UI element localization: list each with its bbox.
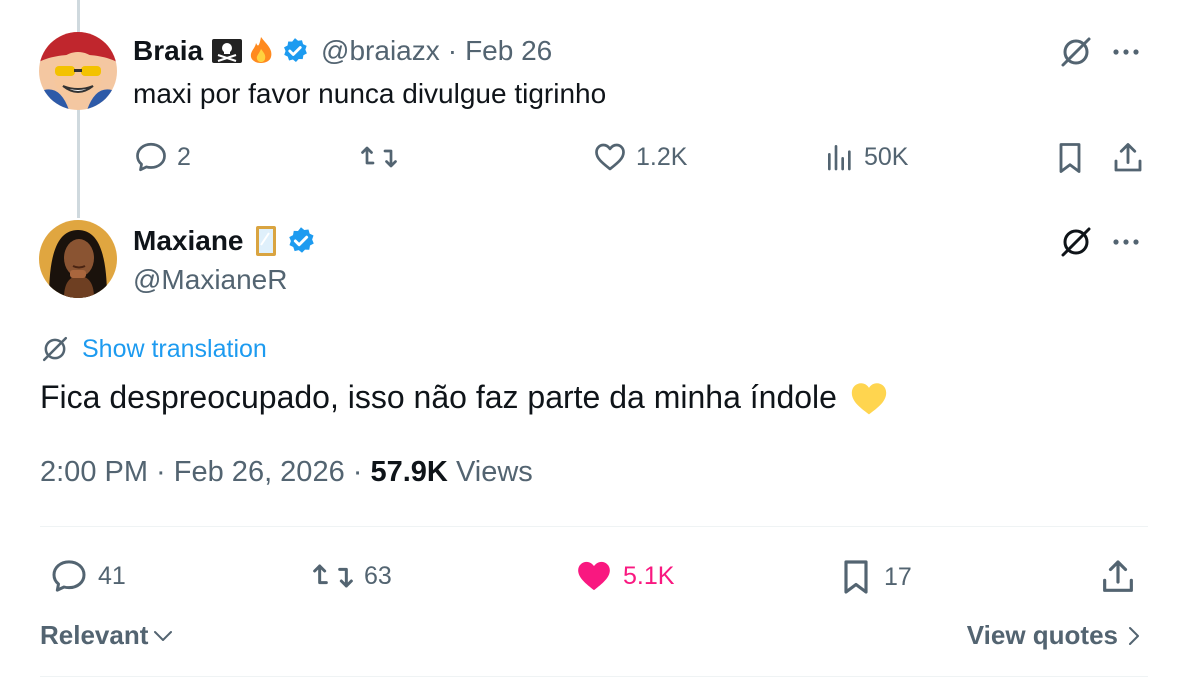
share-icon (1103, 560, 1133, 592)
heart-outline-icon (595, 143, 625, 171)
retweet-button[interactable]: 63 (310, 556, 392, 596)
show-translation-link[interactable]: Show translation (40, 334, 267, 364)
tweet-meta: 2:00 PM · Feb 26, 2026 · 57.9K Views (40, 456, 533, 489)
bookmark-count: 17 (884, 562, 912, 591)
braia-bookmark-button[interactable] (1052, 139, 1088, 177)
show-translation-label[interactable]: Show translation (82, 335, 267, 364)
more-options-icon[interactable] (1110, 230, 1142, 254)
like-button[interactable]: 5.1K (573, 556, 674, 596)
braia-avatar[interactable] (39, 32, 117, 110)
reply-count: 41 (98, 561, 126, 590)
maxiane-tweet-body: Fica despreocupado, isso não faz parte d… (40, 379, 889, 416)
bookmark-icon (1059, 143, 1081, 173)
skull-crossbones-flag-emoji (211, 38, 243, 64)
views-chart-icon (828, 145, 851, 171)
fire-emoji (247, 35, 275, 67)
share-button[interactable] (1098, 556, 1138, 598)
braia-reply-button[interactable]: 2 (133, 139, 191, 175)
chevron-right-icon (1129, 626, 1139, 645)
reply-icon (136, 142, 166, 172)
verified-badge-icon (286, 226, 316, 256)
verified-badge-icon (281, 37, 309, 65)
more-options-icon[interactable] (1110, 40, 1142, 64)
bookmark-button[interactable]: 17 (836, 556, 912, 598)
braia-like-button[interactable]: 1.2K (592, 139, 687, 175)
like-count: 5.1K (623, 561, 675, 590)
mirror-emoji (254, 225, 278, 257)
grok-icon[interactable] (1058, 34, 1094, 70)
yellow-heart-emoji (849, 380, 889, 416)
views-label: Views (455, 456, 533, 488)
share-icon (1114, 143, 1142, 172)
retweet-icon (361, 146, 397, 168)
braia-handle[interactable]: @braiazx (321, 35, 440, 67)
braia-like-count: 1.2K (636, 142, 688, 171)
heart-filled-icon (578, 561, 610, 591)
retweet-count: 63 (364, 561, 392, 590)
bottom-divider (40, 676, 1148, 677)
braia-views-button[interactable]: 50K (824, 139, 908, 175)
braia-date[interactable]: Feb 26 (465, 35, 552, 67)
sort-dropdown[interactable]: Relevant (40, 620, 174, 651)
bookmark-icon (844, 560, 868, 594)
maxiane-tweet-text: Fica despreocupado, isso não faz parte d… (40, 379, 837, 415)
view-quotes-link[interactable]: View quotes (967, 620, 1142, 651)
divider (40, 526, 1148, 527)
maxiane-handle[interactable]: @MaxianeR (133, 264, 287, 296)
chevron-down-icon (154, 630, 173, 641)
braia-views-count: 50K (864, 142, 909, 171)
separator-dot: · (344, 456, 371, 488)
tweet-time[interactable]: 2:00 PM (40, 456, 148, 488)
translate-icon (42, 336, 68, 362)
braia-header: Braia @braiazx · Feb 26 (133, 32, 552, 70)
maxiane-header: Maxiane (133, 222, 316, 260)
view-quotes-label: View quotes (966, 620, 1118, 650)
separator-dot: · (447, 35, 458, 66)
reply-button[interactable]: 41 (48, 556, 126, 596)
tweet-date[interactable]: Feb 26, 2026 (174, 456, 345, 488)
braia-name[interactable]: Braia (133, 35, 203, 67)
retweet-icon (313, 564, 353, 588)
braia-share-button[interactable] (1110, 139, 1146, 177)
sort-label: Relevant (40, 620, 149, 650)
grok-icon[interactable] (1058, 224, 1094, 260)
braia-reply-count: 2 (177, 142, 191, 171)
separator-dot: · (148, 456, 174, 488)
reply-icon (52, 560, 86, 592)
maxiane-name[interactable]: Maxiane (133, 225, 244, 257)
braia-tweet-text: maxi por favor nunca divulgue tigrinho (133, 78, 607, 109)
maxiane-avatar[interactable] (39, 220, 117, 298)
braia-retweet-button[interactable] (359, 139, 407, 175)
views-count: 57.9K (370, 456, 448, 488)
